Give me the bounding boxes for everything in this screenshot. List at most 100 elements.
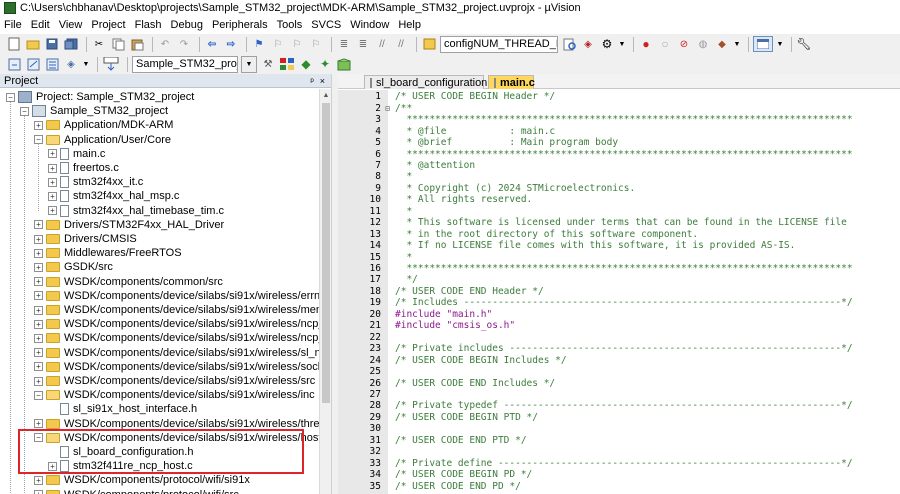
open-folder-icon[interactable]: [25, 36, 41, 52]
expand-icon[interactable]: +: [34, 120, 43, 130]
wrench-icon[interactable]: 🔧︎: [796, 36, 812, 52]
pane-splitter[interactable]: [331, 74, 338, 494]
tree-item[interactable]: + WSDK/components/device/silabs/si91x/wir…: [34, 346, 319, 360]
expand-icon[interactable]: +: [34, 333, 43, 343]
window-layout-icon[interactable]: [753, 36, 773, 52]
code-line[interactable]: 18 /* USER CODE END Header */: [338, 286, 900, 298]
code-line[interactable]: 7 * @attention: [338, 160, 900, 172]
code-line[interactable]: 15 *: [338, 251, 900, 263]
code-line[interactable]: 23 /* Private includes ------------------…: [338, 343, 900, 355]
translate-icon[interactable]: [6, 56, 22, 72]
next-bookmark-icon[interactable]: ⚐: [289, 36, 305, 52]
download-icon[interactable]: [102, 56, 120, 72]
code-line[interactable]: 1 /* USER CODE BEGIN Header */: [338, 91, 900, 103]
code-line[interactable]: 29 /* USER CODE BEGIN PTD */: [338, 412, 900, 424]
tree-item[interactable]: + WSDK/components/device/silabs/si91x/wir…: [34, 303, 319, 317]
code-line[interactable]: 14 * If no LICENSE file comes with this …: [338, 240, 900, 252]
code-line[interactable]: 30: [338, 423, 900, 435]
code-line[interactable]: 25: [338, 366, 900, 378]
code-line[interactable]: 5 * @brief : Main program body: [338, 137, 900, 149]
tab-sl-board-configuration[interactable]: sl_board_configuration.h: [364, 75, 496, 89]
navigate-forward-icon[interactable]: ⇨: [223, 36, 239, 52]
tree-item[interactable]: + freertos.c: [48, 161, 119, 175]
code-line[interactable]: 8 *: [338, 171, 900, 183]
expand-icon[interactable]: +: [34, 376, 43, 386]
code-line[interactable]: 26 /* USER CODE END Includes */: [338, 377, 900, 389]
menu-debug[interactable]: Debug: [171, 19, 203, 31]
code-line[interactable]: 9 * Copyright (c) 2024 STMicroelectronic…: [338, 183, 900, 195]
menu-edit[interactable]: Edit: [31, 19, 50, 31]
code-editor[interactable]: 1/* USER CODE BEGIN Header */2 ⊟/** 3 ****…: [338, 90, 900, 494]
bookmark-icon[interactable]: ⚑: [251, 36, 267, 52]
expand-icon[interactable]: +: [48, 191, 57, 201]
unindent-icon[interactable]: ≣: [355, 36, 371, 52]
expand-icon[interactable]: +: [48, 177, 57, 187]
chevron-down-icon[interactable]: ▼: [776, 36, 784, 52]
clear-bookmarks-icon[interactable]: ⚐: [308, 36, 324, 52]
menu-project[interactable]: Project: [91, 19, 125, 31]
tree-item[interactable]: − WSDK/components/device/silabs/si91x/wir…: [34, 388, 315, 402]
close-icon[interactable]: ×: [320, 76, 325, 86]
code-line[interactable]: 4 * @file : main.c: [338, 125, 900, 137]
code-line[interactable]: 31 /* USER CODE END PTD */: [338, 435, 900, 447]
tree-item[interactable]: + stm32f4xx_hal_msp.c: [48, 189, 179, 203]
tree-item[interactable]: + WSDK/components/device/silabs/si91x/wir…: [34, 360, 319, 374]
chevron-down-icon[interactable]: ▼: [241, 55, 257, 73]
chevron-down-icon[interactable]: ▼: [733, 36, 741, 52]
tab-main-c[interactable]: main.c: [488, 75, 535, 89]
tree-item[interactable]: + stm32f4xx_hal_timebase_tim.c: [48, 204, 224, 218]
find-in-files-icon[interactable]: [421, 36, 437, 52]
code-line[interactable]: 35 /* USER CODE END PD */: [338, 480, 900, 492]
previous-bookmark-icon[interactable]: ⚐: [270, 36, 286, 52]
code-line[interactable]: 19 /* Includes --------------------------…: [338, 297, 900, 309]
expand-icon[interactable]: +: [34, 305, 43, 315]
code-line[interactable]: 21 #include "cmsis_os.h": [338, 320, 900, 332]
chevron-down-icon[interactable]: ▼: [82, 56, 90, 72]
code-line[interactable]: 12 * This software is licensed under ter…: [338, 217, 900, 229]
comment-icon[interactable]: //: [374, 36, 390, 52]
code-line[interactable]: 13 * in the root directory of this softw…: [338, 228, 900, 240]
expand-icon[interactable]: +: [34, 362, 43, 372]
tree-item[interactable]: + WSDK/components/common/src: [34, 275, 223, 289]
clear-breakpoints-icon[interactable]: ◍: [695, 36, 711, 52]
indent-icon[interactable]: ≣: [336, 36, 352, 52]
expand-icon[interactable]: +: [34, 234, 43, 244]
tree-item[interactable]: − Application/User/Core: [34, 133, 171, 147]
incremental-find-icon[interactable]: ◈: [580, 36, 596, 52]
expand-icon[interactable]: +: [34, 490, 43, 494]
menu-help[interactable]: Help: [398, 19, 421, 31]
menu-tools[interactable]: Tools: [277, 19, 303, 31]
expand-icon[interactable]: +: [34, 262, 43, 272]
menu-peripherals[interactable]: Peripherals: [212, 19, 268, 31]
tree-item[interactable]: + GSDK/src: [34, 260, 113, 274]
undo-icon[interactable]: ↶: [157, 36, 173, 52]
project-tree-scrollbar[interactable]: ▲: [319, 89, 331, 494]
tree-item[interactable]: + WSDK/components/device/silabs/si91x/wir…: [34, 374, 315, 388]
code-line[interactable]: 34 /* USER CODE BEGIN PD */: [338, 469, 900, 481]
code-line[interactable]: 27: [338, 389, 900, 401]
tree-item[interactable]: − Project: Sample_STM32_project: [6, 90, 194, 104]
tree-item[interactable]: + WSDK/components/protocol/wifi/si91x: [34, 473, 250, 487]
find-combo[interactable]: configNUM_THREAD_LO ▼: [440, 35, 558, 53]
tree-item[interactable]: + stm32f4xx_it.c: [48, 175, 143, 189]
expand-icon[interactable]: +: [34, 248, 43, 258]
expand-icon[interactable]: +: [34, 419, 43, 429]
build-icon[interactable]: [25, 56, 41, 72]
tree-item[interactable]: + main.c: [48, 147, 105, 161]
code-line[interactable]: 32: [338, 446, 900, 458]
disable-breakpoint-icon[interactable]: ○: [657, 36, 673, 52]
kill-breakpoints-icon[interactable]: ⊘: [676, 36, 692, 52]
tree-item[interactable]: + Drivers/STM32F4xx_HAL_Driver: [34, 218, 224, 232]
menu-file[interactable]: File: [4, 19, 22, 31]
menu-window[interactable]: Window: [350, 19, 389, 31]
code-line[interactable]: 2 ⊟/**: [338, 102, 900, 114]
code-line[interactable]: 28 /* Private typedef -------------------…: [338, 400, 900, 412]
manage-runtime-icon[interactable]: ✦: [317, 56, 333, 72]
expand-icon[interactable]: +: [34, 348, 43, 358]
expand-icon[interactable]: +: [34, 475, 43, 485]
tree-item[interactable]: + Application/MDK-ARM: [34, 118, 173, 132]
manage-project-items-icon[interactable]: [279, 56, 295, 72]
code-line[interactable]: 24 /* USER CODE BEGIN Includes */: [338, 354, 900, 366]
new-file-icon[interactable]: [6, 36, 22, 52]
tree-item[interactable]: sl_si91x_host_interface.h: [48, 402, 197, 416]
